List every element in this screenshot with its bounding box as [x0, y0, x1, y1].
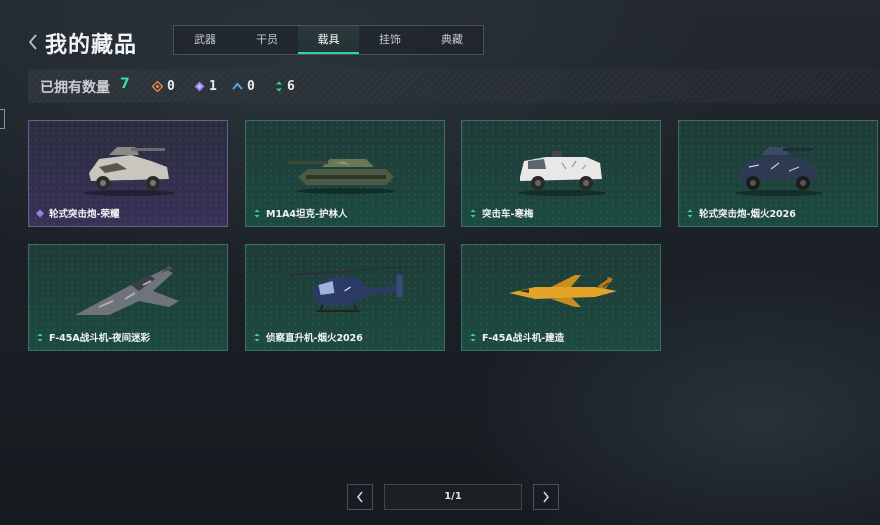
chevron-left-icon: [356, 491, 363, 503]
vehicle-card[interactable]: 轮式突击炮-荣耀: [28, 120, 228, 227]
tab-charms[interactable]: 挂饰: [359, 26, 421, 54]
card-label: F-45A战斗机-建造: [468, 330, 564, 344]
tank-icon: [288, 159, 396, 194]
purple-diamond-icon: [194, 81, 205, 91]
owned-count: 7: [120, 76, 130, 92]
card-name: 轮式突击炮-荣耀: [49, 209, 120, 220]
green-arrow-icon: [687, 209, 693, 217]
rarity-count-orange: 0: [152, 78, 175, 94]
vehicle-card[interactable]: 轮式突击炮-烟火2026: [678, 120, 878, 227]
card-name: 突击车-寒梅: [482, 209, 534, 220]
fighter-jet-icon: [75, 265, 179, 315]
green-arrow-icon: [276, 81, 282, 91]
owned-label: 已拥有数量: [40, 80, 110, 96]
card-label: 侦察直升机-烟火2026: [252, 330, 363, 344]
tab-operators[interactable]: 干员: [236, 26, 298, 54]
rarity-count-green: 6: [275, 78, 295, 94]
card-name: F-45A战斗机-夜间迷彩: [49, 333, 151, 344]
card-name: 侦察直升机-烟火2026: [266, 333, 363, 344]
green-arrow-icon: [470, 209, 476, 217]
card-label: M1A4坦克-护林人: [252, 206, 347, 220]
prev-page-button[interactable]: [347, 484, 373, 510]
owned-stats-bar: 已拥有数量 7 0 1 0 6: [28, 69, 880, 103]
card-label: 轮式突击炮-荣耀: [35, 206, 119, 220]
green-arrow-icon: [470, 333, 476, 341]
fighter-jet-icon: [509, 275, 617, 307]
assault-vehicle-icon: [518, 151, 606, 196]
page-indicator: 1/1: [384, 484, 522, 510]
rarity-count-blue: 0: [232, 78, 255, 94]
rarity-count-value: 0: [247, 78, 255, 94]
tab-weapons[interactable]: 武器: [174, 26, 236, 54]
next-page-button[interactable]: [533, 484, 559, 510]
card-label: 轮式突击炮-烟火2026: [685, 206, 796, 220]
green-arrow-icon: [37, 333, 43, 341]
chevron-right-icon: [543, 491, 550, 503]
green-arrow-icon: [254, 333, 260, 341]
armored-car-icon: [735, 147, 823, 196]
side-bracket-decoration: [0, 109, 5, 129]
card-name: 轮式突击炮-烟火2026: [699, 209, 796, 220]
tab-vehicles[interactable]: 载具: [298, 26, 359, 54]
category-tabs: 武器 干员 载具 挂饰 典藏: [173, 25, 484, 55]
blue-chevron-icon: [232, 82, 243, 90]
chevron-left-icon: [28, 34, 37, 50]
rarity-count-value: 6: [287, 78, 295, 94]
back-button[interactable]: [26, 30, 40, 52]
purple-diamond-icon: [36, 209, 44, 217]
tab-collection[interactable]: 典藏: [421, 26, 483, 54]
card-label: F-45A战斗机-夜间迷彩: [35, 330, 150, 344]
page-title: 我的藏品: [45, 33, 138, 58]
armored-car-icon: [83, 147, 175, 196]
card-name: F-45A战斗机-建造: [482, 333, 565, 344]
green-arrow-icon: [254, 209, 260, 217]
vehicle-card[interactable]: F-45A战斗机-夜间迷彩: [28, 244, 228, 351]
rarity-count-purple: 1: [194, 78, 217, 94]
card-name: M1A4坦克-护林人: [266, 209, 348, 220]
rarity-count-value: 0: [167, 78, 175, 94]
vehicle-card[interactable]: 侦察直升机-烟火2026: [245, 244, 445, 351]
vehicle-card[interactable]: F-45A战斗机-建造: [461, 244, 661, 351]
vehicle-card[interactable]: 突击车-寒梅: [461, 120, 661, 227]
card-label: 突击车-寒梅: [468, 206, 533, 220]
vehicle-card[interactable]: M1A4坦克-护林人: [245, 120, 445, 227]
orange-diamond-icon: [152, 80, 163, 92]
helicopter-icon: [290, 266, 407, 312]
rarity-count-value: 1: [209, 78, 217, 94]
